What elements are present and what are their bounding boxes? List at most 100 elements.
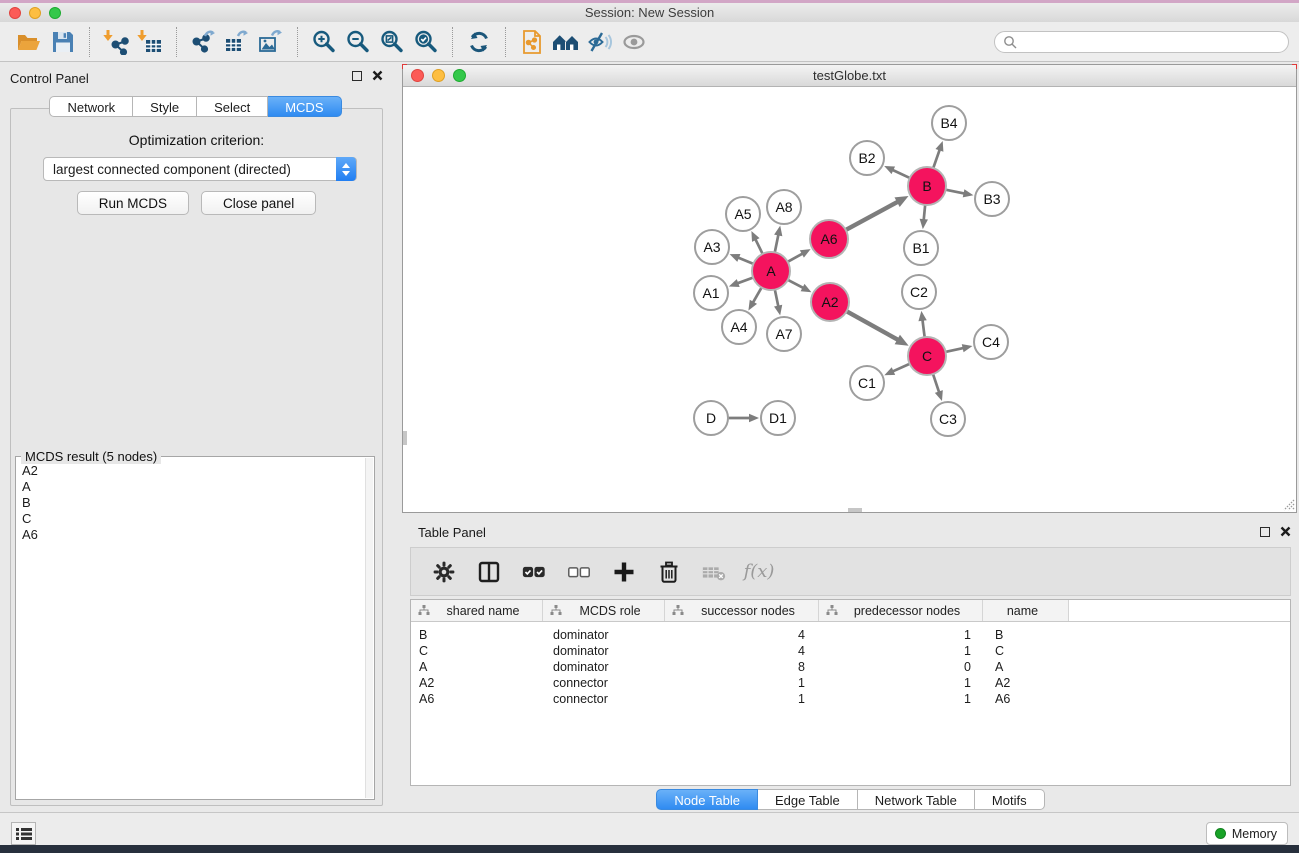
table-cell[interactable]: 1 — [665, 691, 819, 707]
export-network-icon[interactable] — [186, 26, 220, 58]
table-row[interactable]: Bdominator41B — [411, 627, 1290, 643]
column-header-successor-nodes[interactable]: successor nodes — [665, 600, 819, 621]
select-all-icon[interactable] — [521, 559, 547, 585]
result-item[interactable]: A2 — [17, 463, 365, 479]
table-row[interactable]: A2connector11A2 — [411, 675, 1290, 691]
edge-A-A7[interactable] — [774, 288, 778, 309]
edge-C-C4[interactable] — [944, 348, 966, 353]
edge-A6-B[interactable] — [844, 200, 901, 231]
column-header-predecessor-nodes[interactable]: predecessor nodes — [819, 600, 983, 621]
table-cell[interactable]: 1 — [819, 627, 983, 643]
gear-icon[interactable] — [431, 559, 457, 585]
edge-A-A1[interactable] — [735, 277, 755, 284]
table-cell[interactable]: 4 — [665, 643, 819, 659]
hide-icon[interactable] — [583, 26, 617, 58]
edge-C-C1[interactable] — [891, 363, 912, 372]
zoom-fit-icon[interactable] — [375, 26, 409, 58]
edge-C-C2[interactable] — [922, 318, 925, 339]
result-item[interactable]: A — [17, 479, 365, 495]
table-cell[interactable]: dominator — [543, 659, 665, 675]
split-columns-icon[interactable] — [476, 559, 502, 585]
task-history-button[interactable] — [11, 822, 36, 845]
edge-B-B2[interactable] — [891, 169, 912, 179]
table-cell[interactable]: B — [411, 627, 543, 643]
criterion-select[interactable]: largest connected component (directed) — [43, 157, 357, 181]
import-table-icon[interactable] — [133, 26, 167, 58]
export-image-icon[interactable] — [254, 26, 288, 58]
zoom-selected-icon[interactable] — [409, 26, 443, 58]
refresh-icon[interactable] — [462, 26, 496, 58]
table-cell[interactable]: A — [983, 659, 1069, 675]
search-input[interactable] — [1022, 35, 1288, 50]
table-cell[interactable]: dominator — [543, 643, 665, 659]
network-window-titlebar[interactable]: testGlobe.txt — [403, 65, 1296, 87]
first-neighbors-icon[interactable] — [549, 26, 583, 58]
edge-A-A6[interactable] — [786, 253, 805, 263]
close-panel-icon[interactable] — [372, 70, 383, 81]
deselect-all-icon[interactable] — [566, 559, 592, 585]
tab-network[interactable]: Network — [49, 96, 133, 117]
function-builder-icon[interactable]: f(x) — [746, 559, 772, 585]
search-field[interactable] — [994, 31, 1289, 53]
import-network-icon[interactable] — [99, 26, 133, 58]
edge-A-A2[interactable] — [786, 279, 805, 289]
table-cell[interactable]: A2 — [983, 675, 1069, 691]
node-table[interactable]: shared nameMCDS rolesuccessor nodesprede… — [410, 599, 1291, 786]
edge-A2-C[interactable] — [845, 310, 901, 341]
edge-B-B3[interactable] — [944, 189, 967, 194]
table-cell[interactable]: 8 — [665, 659, 819, 675]
table-cell[interactable]: B — [983, 627, 1069, 643]
tab-style[interactable]: Style — [133, 96, 197, 117]
mcds-result-list[interactable]: A2ABCA6 — [17, 463, 365, 798]
table-tab-node-table[interactable]: Node Table — [656, 789, 758, 810]
edge-C-C3[interactable] — [932, 372, 939, 394]
add-column-icon[interactable] — [611, 559, 637, 585]
table-row[interactable]: A6connector11A6 — [411, 691, 1290, 707]
float-panel-icon[interactable] — [352, 71, 362, 81]
table-cell[interactable]: 0 — [819, 659, 983, 675]
edge-B-B4[interactable] — [933, 148, 941, 170]
horizontal-scrollbar-thumb[interactable] — [848, 508, 862, 512]
table-cell[interactable]: C — [411, 643, 543, 659]
column-header-MCDS-role[interactable]: MCDS role — [543, 600, 665, 621]
memory-button[interactable]: Memory — [1206, 822, 1288, 845]
column-header-shared-name[interactable]: shared name — [411, 600, 543, 621]
show-icon[interactable] — [617, 26, 651, 58]
edge-A-A4[interactable] — [752, 286, 763, 305]
delete-table-icon[interactable] — [701, 559, 727, 585]
table-cell[interactable]: A2 — [411, 675, 543, 691]
result-item[interactable]: A6 — [17, 527, 365, 543]
export-table-icon[interactable] — [220, 26, 254, 58]
edge-A-A8[interactable] — [774, 232, 778, 254]
network-canvas[interactable]: AA1A2A3A4A5A6A7A8BB1B2B3B4CC1C2C3C4DD1 — [403, 87, 1296, 512]
column-header-name[interactable]: name — [983, 600, 1069, 621]
table-cell[interactable]: A — [411, 659, 543, 675]
table-cell[interactable]: A6 — [411, 691, 543, 707]
zoom-out-icon[interactable] — [341, 26, 375, 58]
edge-A-A5[interactable] — [754, 237, 763, 255]
table-cell[interactable]: 1 — [819, 675, 983, 691]
table-row[interactable]: Adominator80A — [411, 659, 1290, 675]
table-tab-motifs[interactable]: Motifs — [975, 789, 1045, 810]
table-row[interactable]: Cdominator41C — [411, 643, 1290, 659]
table-tab-network-table[interactable]: Network Table — [858, 789, 975, 810]
result-scrollbar[interactable] — [365, 458, 373, 798]
resize-grip-icon[interactable] — [1281, 497, 1295, 511]
result-item[interactable]: C — [17, 511, 365, 527]
delete-column-icon[interactable] — [656, 559, 682, 585]
new-network-file-icon[interactable] — [515, 26, 549, 58]
table-cell[interactable]: 4 — [665, 627, 819, 643]
zoom-in-icon[interactable] — [307, 26, 341, 58]
table-cell[interactable]: A6 — [983, 691, 1069, 707]
run-mcds-button[interactable]: Run MCDS — [77, 191, 189, 215]
edge-A-A3[interactable] — [736, 257, 755, 265]
table-cell[interactable]: C — [983, 643, 1069, 659]
table-cell[interactable]: connector — [543, 691, 665, 707]
tab-mcds[interactable]: MCDS — [268, 96, 341, 117]
table-tab-edge-table[interactable]: Edge Table — [758, 789, 858, 810]
table-cell[interactable]: dominator — [543, 627, 665, 643]
result-item[interactable]: B — [17, 495, 365, 511]
save-icon[interactable] — [46, 26, 80, 58]
table-cell[interactable]: 1 — [819, 643, 983, 659]
close-panel-button[interactable]: Close panel — [201, 191, 316, 215]
